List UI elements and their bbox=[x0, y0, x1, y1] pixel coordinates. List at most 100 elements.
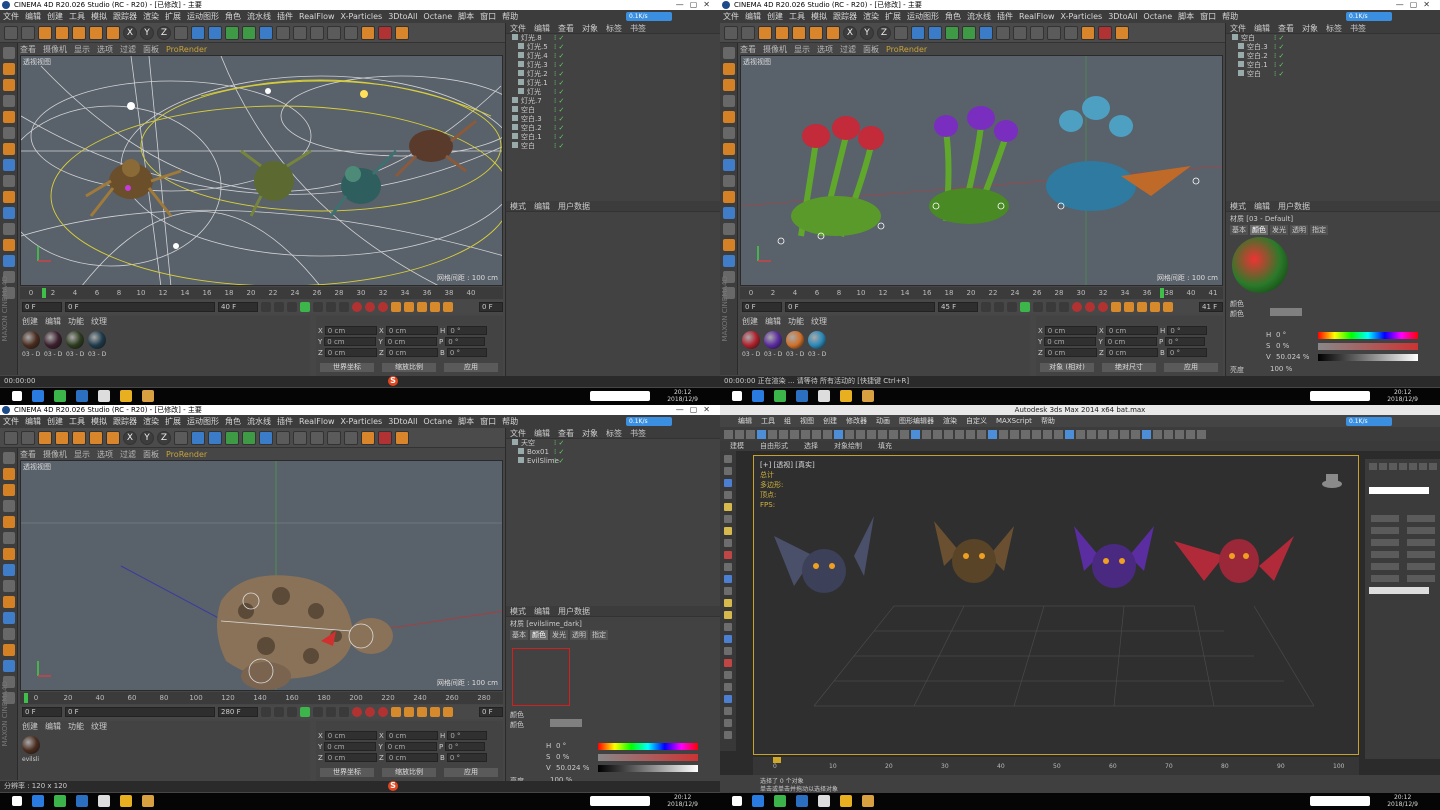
deformer-icon[interactable] bbox=[1030, 25, 1044, 40]
start-frame-field[interactable]: 0 F bbox=[22, 302, 62, 312]
om-menu-item[interactable]: 标签 bbox=[606, 429, 622, 438]
left-tool-icon-13[interactable] bbox=[3, 255, 15, 267]
taskbar-app-icon[interactable] bbox=[120, 390, 132, 402]
menu-item-9[interactable]: 角色 bbox=[945, 12, 961, 21]
max-tool-icon[interactable] bbox=[1197, 429, 1206, 439]
keyframe-button[interactable] bbox=[378, 707, 388, 717]
rotate-key-button[interactable] bbox=[404, 707, 414, 717]
max-left-tool-icon[interactable] bbox=[724, 623, 732, 631]
left-tool-icon-2[interactable] bbox=[723, 79, 735, 91]
menu-item-18[interactable]: 帮助 bbox=[502, 12, 518, 21]
material-tab[interactable]: 基本 bbox=[1230, 225, 1248, 235]
subdiv-icon[interactable] bbox=[276, 430, 290, 445]
rot-p-field[interactable]: 0 ° bbox=[445, 742, 486, 751]
menu-item-6[interactable]: 渲染 bbox=[143, 417, 159, 426]
rotate-icon[interactable] bbox=[809, 25, 823, 40]
camera-icon[interactable] bbox=[344, 25, 358, 40]
max-menu-item[interactable]: MAXScript bbox=[996, 417, 1032, 425]
coord-x-field[interactable]: 0 cm bbox=[324, 731, 377, 740]
autokey-button[interactable] bbox=[365, 302, 375, 312]
max-tool-icon[interactable] bbox=[999, 429, 1008, 439]
max-tool-icon[interactable] bbox=[1043, 429, 1052, 439]
max-tool-icon[interactable] bbox=[889, 429, 898, 439]
record-button[interactable] bbox=[1072, 302, 1082, 312]
taskbar-app-icon[interactable] bbox=[54, 795, 66, 807]
max-tool-icon[interactable] bbox=[845, 429, 854, 439]
deformer-icon[interactable] bbox=[310, 25, 324, 40]
max-tool-icon[interactable] bbox=[1142, 429, 1151, 439]
next-key-button[interactable] bbox=[326, 707, 336, 717]
x-axis-icon[interactable]: X bbox=[123, 25, 137, 40]
apply-button[interactable]: 应用 bbox=[444, 768, 498, 777]
move-icon[interactable] bbox=[775, 25, 789, 40]
coord-y-field[interactable]: 0 cm bbox=[1044, 337, 1097, 346]
perspective-viewport[interactable]: 透视视图 网格间距 : 100 cm bbox=[740, 55, 1223, 286]
param-key-button[interactable] bbox=[430, 302, 440, 312]
hsv-value-v[interactable]: 50.024 % bbox=[1276, 353, 1309, 361]
material-menu-item[interactable]: 功能 bbox=[68, 722, 84, 731]
render-settings-icon[interactable] bbox=[225, 430, 239, 445]
material-ball-icon[interactable] bbox=[742, 331, 760, 349]
max-tool-icon[interactable] bbox=[1175, 429, 1184, 439]
left-tool-icon-13[interactable] bbox=[3, 660, 15, 672]
max-tool-icon[interactable] bbox=[1120, 429, 1129, 439]
coord-z-field[interactable]: 0 cm bbox=[1044, 348, 1097, 357]
command-tab-icon[interactable] bbox=[1419, 463, 1427, 470]
om-menu-item[interactable]: 对象 bbox=[582, 429, 598, 438]
redo-icon[interactable] bbox=[21, 25, 35, 40]
last-frame-button[interactable] bbox=[339, 707, 349, 717]
max-tool-icon[interactable] bbox=[1065, 429, 1074, 439]
move-icon[interactable] bbox=[55, 430, 69, 445]
menu-item-10[interactable]: 流水线 bbox=[247, 12, 271, 21]
left-tool-icon-1[interactable] bbox=[723, 63, 735, 75]
hsv-value-s[interactable]: 0 % bbox=[1276, 342, 1289, 350]
command-panel-button[interactable] bbox=[1407, 527, 1435, 534]
left-tool-icon-2[interactable] bbox=[3, 79, 15, 91]
render-icon[interactable] bbox=[208, 430, 222, 445]
left-tool-icon-10[interactable] bbox=[723, 207, 735, 219]
max-menu-item[interactable]: 帮助 bbox=[1041, 417, 1055, 425]
max-tool-icon[interactable] bbox=[856, 429, 865, 439]
render-view-icon[interactable] bbox=[911, 25, 925, 40]
menu-item-3[interactable]: 工具 bbox=[69, 417, 85, 426]
left-tool-icon-4[interactable] bbox=[723, 111, 735, 123]
material-menu-item[interactable]: 编辑 bbox=[765, 317, 781, 326]
menu-item-12[interactable]: RealFlow bbox=[1019, 12, 1055, 21]
end-frame-field[interactable]: 45 F bbox=[938, 302, 978, 312]
left-tool-icon-9[interactable] bbox=[723, 191, 735, 203]
plugin-icon[interactable] bbox=[1098, 25, 1112, 40]
viewport-menu-item[interactable]: 查看 bbox=[740, 45, 756, 54]
menu-item-17[interactable]: 窗口 bbox=[1200, 12, 1216, 21]
command-panel-button[interactable] bbox=[1371, 551, 1399, 558]
max-tool-icon[interactable] bbox=[779, 429, 788, 439]
menu-item-14[interactable]: 3DtoAll bbox=[1108, 12, 1137, 21]
material-tab[interactable]: 发光 bbox=[1270, 225, 1288, 235]
material-ball-icon[interactable] bbox=[22, 736, 40, 754]
prorender-menu[interactable]: ProRender bbox=[166, 45, 207, 54]
viewport-menu-item[interactable]: 摄像机 bbox=[763, 45, 787, 54]
scale-icon[interactable] bbox=[72, 430, 86, 445]
om-menu-item[interactable]: 书签 bbox=[630, 24, 646, 33]
perspective-viewport[interactable]: [+] [透视] [真实] 总计 多边形: 顶点: FPS: bbox=[753, 455, 1359, 755]
material-menu-item[interactable]: 编辑 bbox=[45, 317, 61, 326]
menu-item-11[interactable]: 插件 bbox=[997, 12, 1013, 21]
menu-item-14[interactable]: 3DtoAll bbox=[388, 417, 417, 426]
max-tool-icon[interactable] bbox=[757, 429, 766, 439]
select-icon[interactable] bbox=[38, 430, 52, 445]
menu-item-9[interactable]: 角色 bbox=[225, 12, 241, 21]
object-row[interactable]: 空白 ⁞ ✓ bbox=[506, 142, 720, 151]
ribbon-tab[interactable]: 选择 bbox=[804, 442, 818, 450]
material-menu-item[interactable]: 功能 bbox=[68, 317, 84, 326]
brightness-value[interactable]: 100 % bbox=[1270, 365, 1292, 373]
keyframe-button[interactable] bbox=[378, 302, 388, 312]
menu-item-16[interactable]: 脚本 bbox=[458, 12, 474, 21]
object-row[interactable]: EvilSlime ⁞ ✓ bbox=[506, 457, 720, 466]
om-menu-item[interactable]: 对象 bbox=[1302, 24, 1318, 33]
last-frame-button[interactable] bbox=[1059, 302, 1069, 312]
left-tool-icon-0[interactable] bbox=[3, 452, 15, 464]
visibility-check-icon[interactable]: ⁞ ✓ bbox=[554, 133, 564, 142]
scale-icon[interactable] bbox=[72, 25, 86, 40]
current-frame-slider[interactable]: 0 F bbox=[785, 302, 935, 312]
render-icon[interactable] bbox=[208, 25, 222, 40]
size-z-field[interactable]: 0 cm bbox=[385, 348, 438, 357]
